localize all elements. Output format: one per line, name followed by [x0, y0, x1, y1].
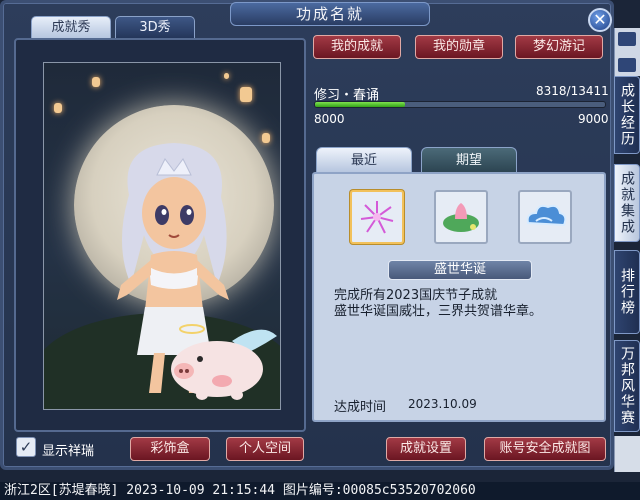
progress-bar [314, 101, 606, 108]
scroll-up-handle[interactable] [618, 32, 636, 46]
close-button[interactable]: ✕ [588, 8, 612, 32]
lantern-icon [224, 73, 229, 79]
decoration-box-button[interactable]: 彩饰盒 [130, 437, 210, 461]
achievement-slot-cloud[interactable] [518, 190, 572, 244]
show-auspicious-checkbox[interactable]: ✓ [16, 437, 36, 457]
account-security-achievement-button[interactable]: 账号安全成就图 [484, 437, 606, 461]
tab-expected[interactable]: 期望 [421, 147, 517, 173]
achievement-description: 完成所有2023国庆节子成就 盛世华诞国威壮，三界共贺谱华章。 [334, 288, 594, 320]
travel-log-button[interactable]: 梦幻游记 [515, 35, 603, 59]
show-auspicious-label: 显示祥瑞 [42, 444, 95, 459]
my-medals-button[interactable]: 我的勋章 [415, 35, 503, 59]
my-achievements-button[interactable]: 我的成就 [313, 35, 401, 59]
lantern-icon [240, 87, 252, 102]
achieved-time-value: 2023.10.09 [408, 397, 477, 411]
side-tab-ranking[interactable]: 排行榜 [614, 250, 640, 334]
showcase-panel [14, 38, 306, 432]
corner-icon [614, 436, 640, 472]
achievement-slot-lotus[interactable] [434, 190, 488, 244]
achievement-title: 盛世华诞 [388, 260, 532, 280]
description-line-2: 盛世华诞国威壮，三界共贺谱华章。 [334, 304, 543, 319]
auspicious-cloud-icon [526, 204, 567, 227]
side-tab-growth[interactable]: 成长经历 [614, 76, 640, 154]
tab-recent[interactable]: 最近 [316, 147, 412, 173]
flying-pig-pet [171, 324, 277, 400]
lantern-icon [92, 77, 100, 87]
progress-max-label: 9000 [578, 112, 609, 126]
lantern-icon [54, 103, 62, 113]
side-tab-contest[interactable]: 万邦风华赛 [614, 340, 640, 432]
character-scene [43, 62, 281, 410]
description-line-1: 完成所有2023国庆节子成就 [334, 288, 498, 303]
window-title: 功成名就 [230, 2, 430, 26]
side-tab-collection[interactable]: 成就集成 [614, 164, 640, 242]
achieved-time-label: 达成时间 [334, 400, 387, 415]
lotus-leaf-icon [443, 203, 479, 232]
personal-space-button[interactable]: 个人空间 [226, 437, 304, 461]
progress-count: 8318/13411 [536, 84, 609, 98]
tab-achievement-show[interactable]: 成就秀 [31, 16, 111, 38]
achievement-detail-panel: 盛世华诞 完成所有2023国庆节子成就 盛世华诞国威壮，三界共贺谱华章。 达成时… [312, 172, 606, 422]
lantern-icon [262, 133, 270, 143]
scroll-down-handle[interactable] [618, 58, 636, 72]
progress-min-label: 8000 [314, 112, 345, 126]
progress-bar-fill [315, 102, 405, 107]
achievement-settings-button[interactable]: 成就设置 [386, 437, 466, 461]
achievement-slot-fireworks[interactable] [350, 190, 404, 244]
fireworks-icon [360, 201, 394, 234]
status-bar: 浙江2区[苏堤春晓] 2023-10-09 21:15:44 图片编号:0008… [0, 482, 640, 500]
tab-3d-show[interactable]: 3D秀 [115, 16, 195, 38]
